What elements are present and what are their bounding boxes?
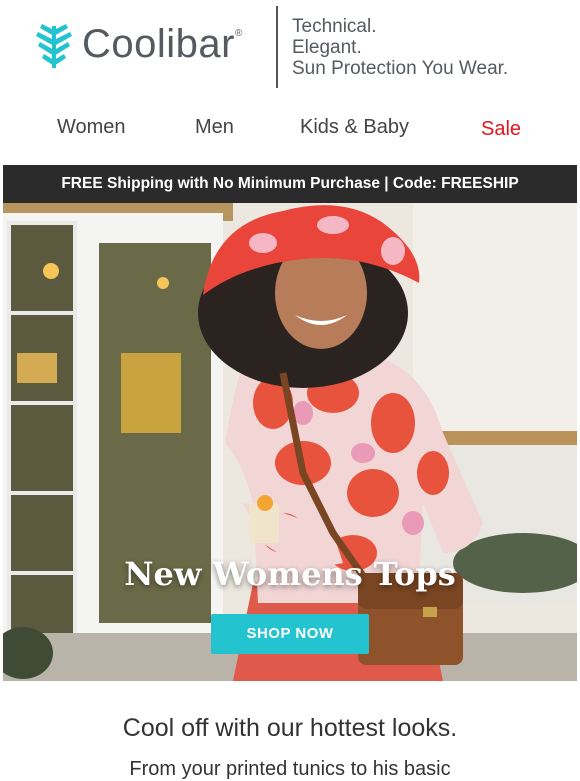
hero-title: New Womens Tops [124, 555, 456, 593]
nav-women[interactable]: Women [57, 116, 126, 139]
tagline-line-1: Technical. [292, 16, 377, 37]
brand-tagline: Technical. Elegant. Sun Protection You W… [292, 16, 508, 79]
body-subline: From your printed tunics to his basic [129, 758, 451, 780]
shop-now-button[interactable]: SHOP NOW [211, 614, 369, 654]
nav-kids-baby[interactable]: Kids & Baby [300, 116, 409, 139]
hero-photo [3, 203, 577, 681]
hero-banner[interactable]: New Womens Tops SHOP NOW [3, 203, 577, 681]
coolibar-logo-icon[interactable] [32, 24, 76, 70]
header-divider [276, 6, 278, 88]
body-headline: Cool off with our hottest looks. [122, 714, 458, 742]
tagline-line-3: Sun Protection You Wear. [292, 58, 509, 79]
brand-logo-text[interactable]: Coolibar® [82, 22, 243, 67]
free-shipping-banner[interactable]: FREE Shipping with No Minimum Purchase |… [3, 165, 577, 203]
email-header: Coolibar® Technical. Elegant. Sun Protec… [0, 0, 580, 100]
nav-sale[interactable]: Sale [481, 118, 521, 141]
tagline-line-2: Elegant. [292, 37, 362, 58]
nav-men[interactable]: Men [195, 116, 234, 139]
category-nav: Women Men Kids & Baby Sale [0, 116, 580, 146]
